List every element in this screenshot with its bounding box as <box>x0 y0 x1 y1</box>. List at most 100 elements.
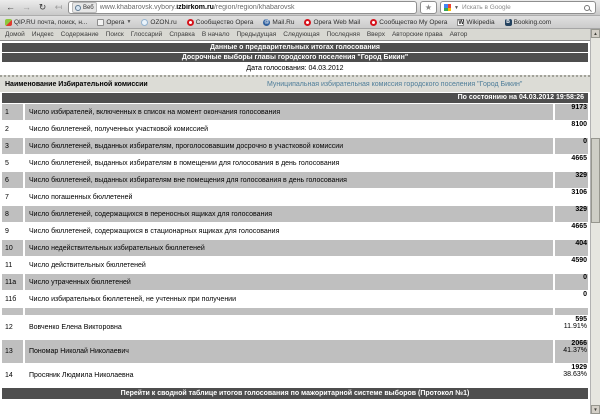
row-value: 9173 <box>555 104 588 120</box>
row-label: Число погашенных бюллетеней <box>25 189 553 205</box>
bookmark-item[interactable]: OZON.ru <box>141 19 176 26</box>
voting-date-label: Дата голосования: <box>246 65 306 72</box>
nav-link[interactable]: Индекс <box>32 31 54 38</box>
row-label: Число бюллетеней, содержащихся в перенос… <box>25 206 553 222</box>
vote-count: 404 <box>555 240 587 247</box>
vote-percent: 11.91% <box>555 323 587 330</box>
bookmark-item[interactable]: QIP.RU почта, поиск, н... <box>5 19 87 26</box>
row-label: Число бюллетеней, содержащихся в стацион… <box>25 223 553 239</box>
vertical-scrollbar[interactable]: ▲ ▼ <box>590 29 600 414</box>
vote-count: 4590 <box>555 257 587 264</box>
star-icon: ★ <box>425 3 432 12</box>
chevron-down-icon[interactable]: ▼ <box>454 5 459 11</box>
bookmark-item[interactable]: Сообщество Opera <box>187 19 254 26</box>
nav-link[interactable]: Вверх <box>367 31 385 38</box>
vote-count: 8100 <box>555 121 587 128</box>
opera-icon <box>187 19 194 26</box>
wikipedia-icon <box>457 19 464 26</box>
search-icon[interactable] <box>584 4 592 12</box>
row-number: 10 <box>2 240 23 256</box>
vote-count: 329 <box>555 172 587 179</box>
row-value: 8100 <box>555 121 588 137</box>
bookmark-label: Opera Web Mail <box>313 19 360 26</box>
nav-link[interactable]: Содержание <box>61 31 99 38</box>
row-value: 404 <box>555 240 588 256</box>
scrollbar-track[interactable] <box>591 38 600 405</box>
bookmark-item[interactable]: Сообщество My Opera <box>370 19 447 26</box>
vote-count: 0 <box>555 138 587 145</box>
row-value: 329 <box>555 172 588 188</box>
row-value: 4665 <box>555 155 588 171</box>
opera-icon <box>304 19 311 26</box>
security-badge-label: Веб <box>83 5 94 11</box>
bookmark-item[interactable]: Booking.com <box>505 19 552 26</box>
bookmark-item[interactable]: Opera Web Mail <box>304 19 360 26</box>
bookmark-label: QIP.RU почта, поиск, н... <box>14 19 87 26</box>
nav-link[interactable]: Авторские права <box>392 31 443 38</box>
commission-row: Наименование Избирательной комиссии Муни… <box>0 75 590 92</box>
booking-icon <box>505 19 512 26</box>
bookmark-item[interactable]: Wikipedia <box>457 19 494 26</box>
nav-link[interactable]: Предыдущая <box>237 31 277 38</box>
table-row: 11аЧисло утраченных бюллетеней0 <box>2 274 588 290</box>
scroll-up-icon[interactable]: ▲ <box>591 29 600 38</box>
row-number: 12 <box>2 316 23 339</box>
table-row: 12Вовченко Елена Викторовна59511.91% <box>2 316 588 339</box>
table-row: 14Просяник Людмила Николаевна192938.63% <box>2 364 588 387</box>
bookmark-label: Opera <box>106 19 124 26</box>
row-label: Вовченко Елена Викторовна <box>25 316 553 339</box>
back-button[interactable]: ← <box>4 1 17 14</box>
nav-link[interactable]: Домой <box>5 31 25 38</box>
security-badge[interactable]: Веб <box>72 2 97 13</box>
bookmark-label: Mail.Ru <box>272 19 294 26</box>
bookmark-star-button[interactable]: ★ <box>420 1 437 14</box>
nav-link[interactable]: В начало <box>202 31 230 38</box>
vote-count: 2066 <box>555 340 587 347</box>
row-number: 11б <box>2 291 23 307</box>
url-field[interactable]: Веб www.khabarovsk.vybory.izbirkom.ru/re… <box>68 1 417 14</box>
nav-link[interactable]: Последняя <box>327 31 360 38</box>
google-icon <box>444 4 451 11</box>
vote-percent: 41.37% <box>555 347 587 354</box>
search-input[interactable]: ▼ Искать в Google <box>440 1 596 14</box>
table-row: 10Число недействительных избирательных б… <box>2 240 588 256</box>
bookmarks-bar: QIP.RU почта, поиск, н... Opera▼ OZON.ru Со… <box>0 16 600 29</box>
row-label: Число утраченных бюллетеней <box>25 274 553 290</box>
separator-row <box>2 308 588 315</box>
row-number: 11а <box>2 274 23 290</box>
table-row: 8Число бюллетеней, содержащихся в перено… <box>2 206 588 222</box>
vote-count: 0 <box>555 291 587 298</box>
nav-link[interactable]: Поиск <box>106 31 124 38</box>
commission-name: Муниципальная избирательная комиссия гор… <box>267 81 522 88</box>
address-bar: ← → ↻ ↤ Веб www.khabarovsk.vybory.izbirk… <box>0 0 600 16</box>
page-title: Данные о предварительных итогах голосова… <box>2 43 588 52</box>
scrollbar-thumb[interactable] <box>591 138 600 223</box>
mailru-icon <box>263 19 270 26</box>
vote-count: 9173 <box>555 104 587 111</box>
row-number: 7 <box>2 189 23 205</box>
browser-viewport: Домой Индекс Содержание Поиск Глоссарий Справ… <box>0 29 600 414</box>
nav-link[interactable]: Следующая <box>283 31 319 38</box>
bookmark-label: Сообщество My Opera <box>379 19 447 26</box>
vote-count: 4665 <box>555 223 587 230</box>
table-row: 3Число бюллетеней, выданных избирателям,… <box>2 138 588 154</box>
summary-table-link[interactable]: Перейти к сводной таблице итогов голосов… <box>2 388 588 399</box>
reload-button[interactable]: ↻ <box>36 1 49 14</box>
forward-button[interactable]: → <box>20 1 33 14</box>
vote-count: 595 <box>555 316 587 323</box>
rewind-button[interactable]: ↤ <box>52 1 65 14</box>
scroll-down-icon[interactable]: ▼ <box>591 405 600 414</box>
nav-link[interactable]: Справка <box>169 31 195 38</box>
table-row: 6Число бюллетеней, выданных избирателям … <box>2 172 588 188</box>
nav-link[interactable]: Глоссарий <box>131 31 163 38</box>
page-nav: Домой Индекс Содержание Поиск Глоссарий Справ… <box>0 29 590 41</box>
nav-link[interactable]: Автор <box>450 31 468 38</box>
table-row: 9Число бюллетеней, содержащихся в стацио… <box>2 223 588 239</box>
results-table-body: 1Число избирателей, включенных в список … <box>2 104 588 387</box>
row-number: 8 <box>2 206 23 222</box>
bookmark-item[interactable]: Mail.Ru <box>263 19 294 26</box>
bookmark-item[interactable]: Opera▼ <box>97 19 131 26</box>
row-value: 192938.63% <box>555 364 588 387</box>
vote-count: 0 <box>555 274 587 281</box>
row-number: 11 <box>2 257 23 273</box>
